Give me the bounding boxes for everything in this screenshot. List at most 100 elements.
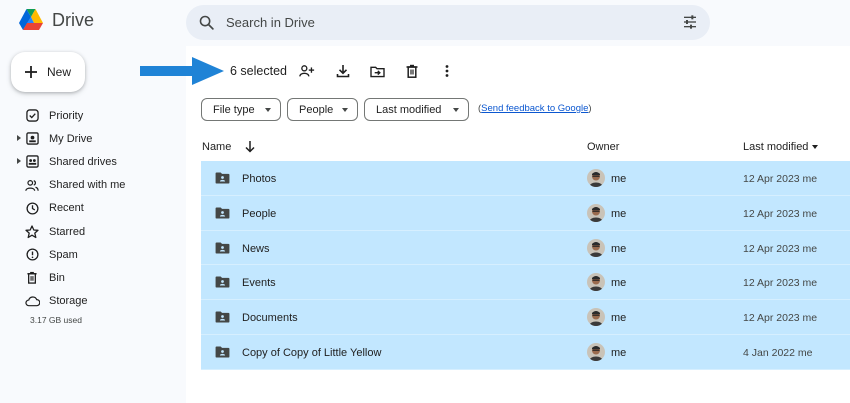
- chevron-down-icon: [265, 108, 271, 112]
- clock-icon: [24, 200, 40, 216]
- avatar: [587, 342, 605, 361]
- selected-count: 6 selected: [230, 64, 287, 78]
- shared-folder-icon: [215, 207, 230, 219]
- column-header-name[interactable]: Name: [202, 141, 231, 153]
- column-header-owner[interactable]: Owner: [587, 141, 619, 153]
- drive-logo[interactable]: Drive: [18, 8, 94, 32]
- sidebar-item-recent[interactable]: Recent: [0, 197, 186, 220]
- sidebar-item-bin[interactable]: Bin: [0, 266, 186, 289]
- sidebar-item-storage[interactable]: Storage: [0, 290, 186, 313]
- search-options-icon[interactable]: [682, 14, 698, 30]
- shared-drives-icon: [24, 154, 40, 170]
- filter-chip-file-type[interactable]: File type: [201, 98, 281, 121]
- chevron-down-icon: [342, 108, 348, 112]
- modified-date: 4 Jan 2022 me: [743, 346, 813, 359]
- modified-date: 12 Apr 2023 me: [743, 277, 818, 290]
- search-icon[interactable]: [198, 14, 215, 31]
- owner-name: me: [611, 242, 627, 255]
- modified-date: 12 Apr 2023 me: [743, 173, 818, 185]
- avatar: [587, 169, 605, 187]
- sidebar-item-label: Spam: [49, 248, 78, 261]
- avatar: [587, 308, 605, 327]
- filter-chip-last-modified[interactable]: Last modified: [364, 98, 469, 121]
- trash-icon[interactable]: [404, 63, 420, 79]
- shared-folder-icon: [215, 276, 230, 288]
- new-button[interactable]: New: [11, 52, 85, 92]
- sidebar-item-starred[interactable]: Starred: [0, 220, 186, 243]
- my-drive-icon: [24, 131, 40, 147]
- shared-folder-icon: [215, 311, 230, 323]
- sidebar-item-shared-with-me[interactable]: Shared with me: [0, 174, 186, 197]
- star-icon: [24, 224, 40, 240]
- sidebar-item-spam[interactable]: Spam: [0, 243, 186, 266]
- sort-caret-icon[interactable]: [812, 145, 818, 149]
- modified-date: 12 Apr 2023 me: [743, 312, 818, 325]
- callout-arrow-icon: [140, 57, 224, 85]
- search-input[interactable]: [226, 5, 656, 40]
- avatar: [587, 203, 605, 222]
- owner-name: me: [611, 207, 627, 220]
- sidebar-item-label: Bin: [49, 271, 65, 284]
- shared-with-me-icon: [24, 177, 40, 193]
- owner-name: me: [611, 277, 627, 290]
- owner-name: me: [611, 346, 627, 359]
- feedback-link[interactable]: Send feedback to Google: [481, 103, 588, 114]
- table-row[interactable]: Copy of Copy of Little Yellow me 4 Jan 2…: [201, 334, 850, 370]
- table-row[interactable]: Events me 12 Apr 2023 me: [201, 265, 850, 301]
- sidebar-item-label: Shared drives: [49, 155, 117, 168]
- file-list: Photos me 12 Apr 2023 me People me 12 Ap…: [201, 161, 850, 370]
- cloud-icon: [24, 293, 40, 309]
- sidebar-item-shared-drives[interactable]: Shared drives: [0, 150, 186, 173]
- shared-folder-icon: [215, 346, 230, 358]
- expand-arrow-icon[interactable]: [17, 135, 21, 142]
- table-row[interactable]: Documents me 12 Apr 2023 me: [201, 300, 850, 335]
- share-icon[interactable]: [299, 63, 315, 79]
- shared-folder-icon: [215, 242, 230, 254]
- column-header-last-modified[interactable]: Last modified: [743, 141, 808, 153]
- plus-icon: [25, 66, 37, 78]
- expand-arrow-icon[interactable]: [17, 158, 21, 165]
- table-row[interactable]: People me 12 Apr 2023 me: [201, 195, 850, 231]
- file-name[interactable]: News: [242, 243, 270, 255]
- avatar: [587, 273, 605, 292]
- move-icon[interactable]: [369, 63, 385, 79]
- sidebar-item-label: Storage: [49, 295, 88, 308]
- modified-date: 12 Apr 2023 me: [743, 207, 818, 220]
- drive-logo-icon: [19, 9, 43, 30]
- sidebar-item-label: Priority: [49, 109, 84, 122]
- spam-icon: [24, 247, 40, 263]
- search-bar[interactable]: [186, 5, 710, 40]
- sidebar-item-label: Recent: [49, 202, 84, 215]
- file-name[interactable]: Documents: [242, 312, 298, 324]
- file-name[interactable]: Copy of Copy of Little Yellow: [242, 347, 381, 359]
- sidebar-item-priority[interactable]: Priority: [0, 104, 186, 127]
- more-vert-icon[interactable]: [439, 63, 455, 79]
- sidebar-item-my-drive[interactable]: My Drive: [0, 127, 186, 150]
- sidebar-item-label: My Drive: [49, 132, 93, 145]
- table-row[interactable]: News me 12 Apr 2023 me: [201, 230, 850, 266]
- file-name[interactable]: People: [242, 208, 276, 220]
- priority-icon: [24, 108, 40, 124]
- filter-chip-people[interactable]: People: [287, 98, 358, 121]
- new-button-label: New: [47, 65, 72, 79]
- feedback-text: (Send feedback to Google): [478, 103, 592, 114]
- chevron-down-icon: [453, 108, 459, 112]
- file-name[interactable]: Events: [242, 277, 276, 289]
- owner-name: me: [611, 312, 627, 325]
- chip-label: Last modified: [376, 103, 442, 116]
- download-icon[interactable]: [335, 63, 351, 79]
- owner-name: me: [611, 173, 627, 185]
- storage-used-text: 3.17 GB used: [30, 315, 82, 325]
- sidebar-item-label: Shared with me: [49, 179, 126, 192]
- sidebar-item-label: Starred: [49, 225, 86, 238]
- shared-folder-icon: [215, 172, 230, 184]
- file-name[interactable]: Photos: [242, 173, 276, 185]
- sort-arrow-down-icon[interactable]: [244, 140, 256, 153]
- modified-date: 12 Apr 2023 me: [743, 242, 818, 255]
- chip-label: People: [299, 103, 334, 116]
- chip-label: File type: [213, 103, 255, 116]
- avatar: [587, 238, 605, 257]
- table-row[interactable]: Photos me 12 Apr 2023 me: [201, 161, 850, 196]
- app-title: Drive: [52, 9, 95, 30]
- sidebar-nav: Priority My Drive Shared drives Shared w…: [0, 104, 186, 313]
